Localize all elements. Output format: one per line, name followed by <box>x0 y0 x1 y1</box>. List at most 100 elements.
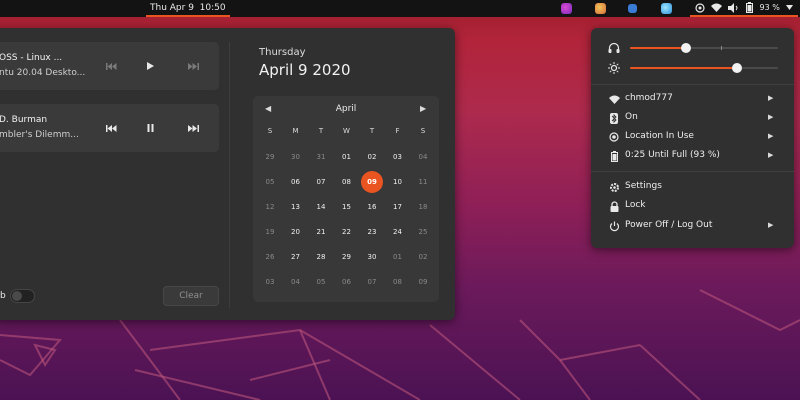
media-player-card-2[interactable]: D. Burman mbler's Dilemm... <box>0 104 219 152</box>
calendar-day[interactable]: 05 <box>259 171 281 193</box>
app-icon-4[interactable] <box>661 3 672 14</box>
calendar-day[interactable]: 29 <box>336 246 358 268</box>
calendar-day[interactable]: 07 <box>310 171 332 193</box>
calendar-day[interactable]: 30 <box>361 246 383 268</box>
previous-track-button[interactable] <box>104 60 118 72</box>
clear-notifications-button[interactable]: Clear <box>163 286 219 306</box>
calendar-day[interactable]: 19 <box>259 221 281 243</box>
calendar-weekday-header: W <box>343 127 350 135</box>
calendar-day[interactable]: 09 <box>361 171 383 193</box>
previous-track-button[interactable] <box>104 122 118 134</box>
lock-label: Lock <box>625 200 646 210</box>
calendar-day[interactable]: 18 <box>412 196 434 218</box>
pause-button[interactable] <box>143 122 157 134</box>
calendar-day[interactable]: 14 <box>310 196 332 218</box>
calendar-day[interactable]: 23 <box>361 221 383 243</box>
settings-menu-item[interactable]: Settings <box>608 179 778 195</box>
volume-100-mark <box>721 46 722 50</box>
calendar-day[interactable]: 22 <box>336 221 358 243</box>
calendar-day[interactable]: 07 <box>361 271 383 293</box>
calendar-day[interactable]: 08 <box>387 271 409 293</box>
calendar-day[interactable]: 02 <box>361 146 383 168</box>
wifi-label: chmod777 <box>625 93 673 103</box>
calendar-day[interactable]: 03 <box>387 146 409 168</box>
calendar-day[interactable]: 01 <box>387 246 409 268</box>
calendar-day[interactable]: 27 <box>285 246 307 268</box>
next-track-button[interactable] <box>186 122 200 134</box>
app-icon-2[interactable] <box>595 3 606 14</box>
app-icon-3[interactable] <box>628 4 637 13</box>
calendar-day[interactable]: 08 <box>336 171 358 193</box>
calendar-day[interactable]: 06 <box>336 271 358 293</box>
settings-icon <box>608 181 620 193</box>
calendar-day[interactable]: 17 <box>387 196 409 218</box>
calendar-day[interactable]: 31 <box>310 146 332 168</box>
battery-menu-item[interactable]: 0:25 Until Full (93 %) ▶ <box>608 148 778 164</box>
calendar-day[interactable]: 01 <box>336 146 358 168</box>
calendar-day[interactable]: 20 <box>285 221 307 243</box>
calendar-day[interactable]: 30 <box>285 146 307 168</box>
brightness-slider-handle[interactable] <box>731 63 742 73</box>
system-menu: chmod777 ▶ On ▶ Location In Use ▶ 0:25 U… <box>591 28 794 248</box>
brightness-icon <box>608 62 620 74</box>
lock-icon <box>608 200 620 212</box>
calendar-day[interactable]: 09 <box>412 271 434 293</box>
power-menu-item[interactable]: Power Off / Log Out ▶ <box>608 218 778 234</box>
calendar-weekday-header: S <box>420 127 426 135</box>
media-player-card-1[interactable]: OSS - Linux ... ntu 20.04 Deskto... <box>0 42 219 90</box>
media-title-2: D. Burman <box>0 115 48 125</box>
calendar-day[interactable]: 29 <box>259 146 281 168</box>
calendar-day[interactable]: 28 <box>310 246 332 268</box>
battery-icon <box>746 2 754 13</box>
system-menu-button[interactable]: 93 % <box>690 0 798 17</box>
volume-slider-handle[interactable] <box>681 43 692 53</box>
brightness-slider-fill <box>630 67 737 69</box>
calendar-day[interactable]: 16 <box>361 196 383 218</box>
calendar-weekday-header: S <box>267 127 273 135</box>
battery-status-label: 0:25 Until Full (93 %) <box>625 150 720 160</box>
do-not-disturb-toggle[interactable] <box>10 289 35 303</box>
calendar-weekday-header: T <box>318 127 324 135</box>
calendar-weekday-header: F <box>395 127 400 135</box>
calendar-day[interactable]: 13 <box>285 196 307 218</box>
date-label[interactable]: April 9 2020 <box>259 61 351 79</box>
clock-button[interactable]: Thu Apr 9 10:50 <box>146 0 230 17</box>
chevron-right-icon: ▶ <box>768 94 774 102</box>
calendar-day[interactable]: 03 <box>259 271 281 293</box>
menu-separator <box>591 84 794 85</box>
calendar-day[interactable]: 12 <box>259 196 281 218</box>
calendar-day[interactable]: 21 <box>310 221 332 243</box>
chevron-right-icon: ▶ <box>768 151 774 159</box>
previous-icon <box>105 124 116 132</box>
calendar-day[interactable]: 04 <box>285 271 307 293</box>
next-icon <box>187 124 199 132</box>
volume-icon <box>728 2 738 13</box>
wifi-icon <box>711 3 723 12</box>
next-month-button[interactable]: ▶ <box>420 104 426 113</box>
calendar-day[interactable]: 04 <box>412 146 434 168</box>
calendar-day[interactable]: 11 <box>412 171 434 193</box>
calendar-day[interactable]: 10 <box>387 171 409 193</box>
calendar-day[interactable]: 26 <box>259 246 281 268</box>
calendar-day[interactable]: 05 <box>310 271 332 293</box>
play-icon <box>146 62 154 70</box>
next-track-button[interactable] <box>186 60 200 72</box>
lock-menu-item[interactable]: Lock <box>608 198 778 214</box>
bluetooth-label: On <box>625 112 638 122</box>
media-title-1: OSS - Linux ... <box>0 53 63 63</box>
battery-icon <box>608 150 620 162</box>
calendar-day[interactable]: 02 <box>412 246 434 268</box>
calendar-day[interactable]: 24 <box>387 221 409 243</box>
calendar-month: April <box>335 104 357 114</box>
bluetooth-menu-item[interactable]: On ▶ <box>608 110 778 126</box>
location-menu-item[interactable]: Location In Use ▶ <box>608 129 778 145</box>
calendar-day[interactable]: 06 <box>285 171 307 193</box>
calendar-weekday-header: M <box>292 127 299 135</box>
calendar-day[interactable]: 25 <box>412 221 434 243</box>
app-icon-1[interactable] <box>561 3 572 14</box>
settings-label: Settings <box>625 181 662 191</box>
calendar-day[interactable]: 15 <box>336 196 358 218</box>
wifi-menu-item[interactable]: chmod777 ▶ <box>608 91 778 107</box>
previous-icon <box>105 62 116 70</box>
play-button[interactable] <box>143 60 157 72</box>
